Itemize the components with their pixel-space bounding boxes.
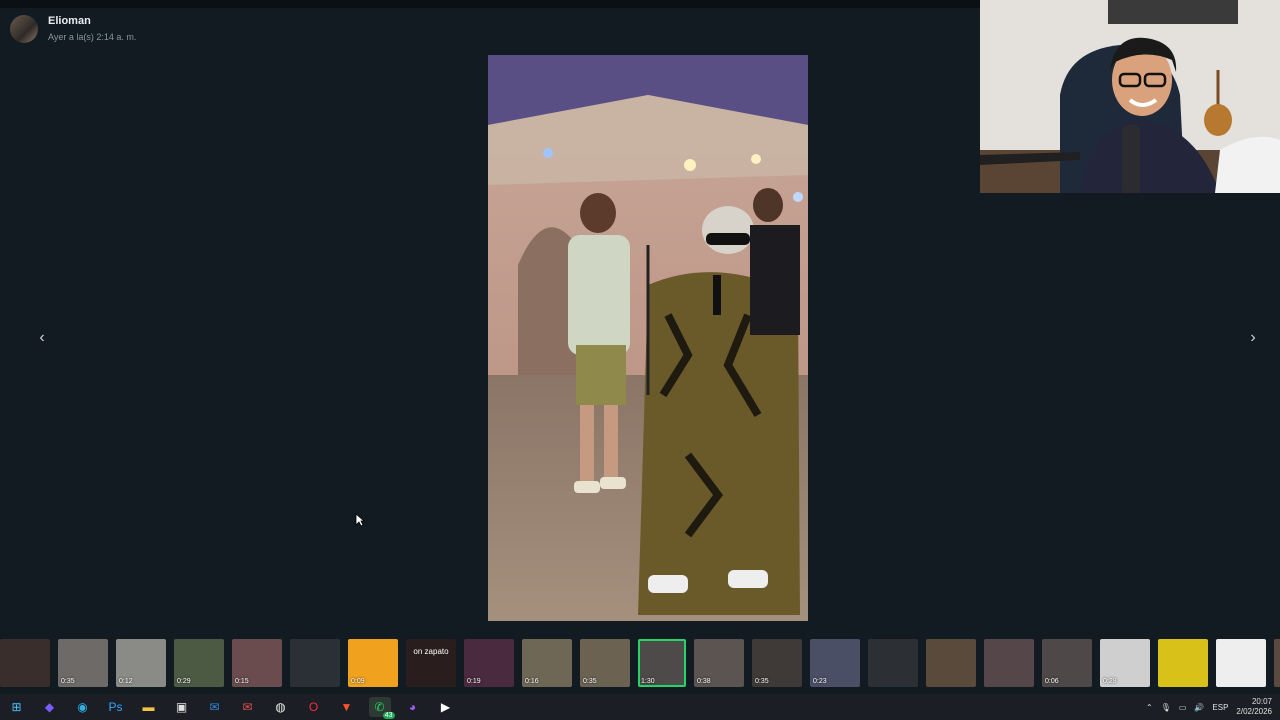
media-thumbnail[interactable]: 0:28 [1100, 639, 1150, 687]
thumbnail-duration: 0:35 [755, 678, 769, 685]
copilot-icon[interactable]: ◆ [39, 697, 61, 717]
taskbar-glyph: ✉ [242, 700, 253, 714]
media-thumbnail[interactable]: 0:38 [694, 639, 744, 687]
taskbar-glyph: ▼ [340, 700, 353, 714]
edge-browser-icon[interactable]: ◉ [72, 697, 94, 717]
media-thumbnail[interactable] [1274, 639, 1280, 687]
windows-start-icon[interactable]: ⊞ [6, 697, 28, 717]
notification-badge: 43 [382, 712, 395, 719]
media-viewer[interactable] [488, 55, 808, 621]
message-header: Elioman Ayer a la(s) 2:14 a. m. [10, 12, 136, 44]
media-thumbnail[interactable] [1158, 639, 1208, 687]
language-indicator[interactable]: ESP [1212, 703, 1228, 712]
thumbnail-duration: 0:28 [1103, 678, 1117, 685]
thumbnail-duration: 0:35 [583, 678, 597, 685]
media-thumbnail[interactable]: 0:19 [464, 639, 514, 687]
sender-avatar[interactable] [10, 15, 38, 43]
media-thumbnail[interactable]: 0:35 [58, 639, 108, 687]
media-thumbnail[interactable] [1216, 639, 1266, 687]
thumbnail-duration: 0:19 [467, 678, 481, 685]
media-thumbnail[interactable] [0, 639, 50, 687]
thumbnail-duration: 0:09 [351, 678, 365, 685]
media-thumbnail[interactable]: 0:16 [522, 639, 572, 687]
taskbar-glyph: ▣ [175, 700, 188, 714]
taskbar-glyph: ✆ [374, 700, 385, 714]
brave-icon[interactable]: ▼ [336, 697, 358, 717]
media-thumbnail[interactable]: on zapato [406, 639, 456, 687]
chevron-right-icon: › [1250, 329, 1256, 346]
chevron-up-icon[interactable]: ⌃ [1146, 703, 1153, 712]
thumbnail-duration: 1:30 [641, 678, 655, 685]
microphone-icon[interactable]: 🎙 [1161, 703, 1171, 712]
thumbnail-duration: 0:06 [1045, 678, 1059, 685]
mouse-cursor [355, 513, 365, 527]
sender-name[interactable]: Elioman [48, 14, 136, 28]
media-thumbnail[interactable]: 0:35 [580, 639, 630, 687]
opera-icon[interactable]: O [303, 697, 325, 717]
media-thumbnail[interactable]: 0:15 [232, 639, 282, 687]
taskbar-glyph: ⊞ [11, 700, 22, 714]
taskbar-glyph: ▶ [440, 700, 451, 714]
microsoft-store-icon[interactable]: ▣ [171, 697, 193, 717]
taskbar-glyph: ◆ [44, 700, 55, 714]
photoshop-icon[interactable]: Ps [105, 697, 127, 717]
previous-media-button[interactable]: ‹ [32, 328, 52, 348]
video-frame [488, 55, 808, 621]
thumbnail-duration: 0:12 [119, 678, 133, 685]
windows-taskbar: ⊞ ◆ ◉ Ps ▬ ▣ ✉ ✉ ◍ O ▼ ✆ 43 ◕ ▶ [0, 694, 1280, 720]
clock[interactable]: 20:07 2/02/2026 [1236, 697, 1272, 717]
thumbnail-duration: 0:16 [525, 678, 539, 685]
file-explorer-icon[interactable]: ▬ [138, 697, 160, 717]
next-media-button[interactable]: › [1243, 328, 1263, 348]
taskbar-glyph: ◕ [408, 700, 417, 714]
taskbar-glyph: ◍ [275, 700, 286, 714]
thumbnail-duration: 0:23 [813, 678, 827, 685]
thumbnail-duration: 0:35 [61, 678, 75, 685]
media-thumbnail[interactable]: 1:30 [638, 639, 686, 687]
chevron-left-icon: ‹ [39, 329, 45, 346]
clock-time: 20:07 [1251, 697, 1272, 706]
media-thumbnail[interactable]: 0:09 [348, 639, 398, 687]
clock-date: 2/02/2026 [1236, 707, 1272, 716]
media-thumbnail[interactable]: 0:12 [116, 639, 166, 687]
webcam-overlay [980, 0, 1280, 193]
media-thumbnail[interactable] [290, 639, 340, 687]
taskbar-glyph: ▬ [142, 700, 155, 714]
media-thumbnail[interactable]: 0:06 [1042, 639, 1092, 687]
outlook-icon[interactable]: ✉ [204, 697, 226, 717]
media-thumbnail[interactable]: 0:29 [174, 639, 224, 687]
chrome-icon[interactable]: ◍ [270, 697, 292, 717]
webcam-frame [980, 0, 1280, 193]
media-thumbnail[interactable]: 0:35 [752, 639, 802, 687]
system-tray: ⌃ 🎙 ▭ 🔊 ESP 20:07 2/02/2026 [1146, 694, 1272, 720]
taskbar-glyph: ◉ [77, 700, 88, 714]
media-thumbnail[interactable] [984, 639, 1034, 687]
media-thumbnail-strip: 0:35 0:12 0:29 0:15 0:09 on zapato 0:19 0:16 0:3… [0, 636, 1280, 690]
media-thumbnail[interactable]: 0:23 [810, 639, 860, 687]
whatsapp-icon[interactable]: ✆ 43 [368, 697, 395, 719]
media-player-icon[interactable]: ▶ [435, 697, 457, 717]
thumbnail-caption: on zapato [413, 647, 449, 656]
message-timestamp: Ayer a la(s) 2:14 a. m. [48, 32, 137, 42]
taskbar-glyph: O [308, 700, 319, 714]
mail-icon[interactable]: ✉ [237, 697, 259, 717]
thumbnail-duration: 0:38 [697, 678, 711, 685]
volume-icon[interactable]: 🔊 [1194, 703, 1204, 712]
media-thumbnail[interactable] [926, 639, 976, 687]
top-bar [0, 0, 980, 8]
media-thumbnail[interactable] [868, 639, 918, 687]
network-icon[interactable]: ▭ [1179, 703, 1187, 712]
taskbar-glyph: ✉ [209, 700, 220, 714]
taskbar-glyph: Ps [108, 700, 123, 714]
thumbnail-duration: 0:29 [177, 678, 191, 685]
thumbnail-duration: 0:15 [235, 678, 249, 685]
messenger-icon[interactable]: ◕ [402, 697, 424, 717]
